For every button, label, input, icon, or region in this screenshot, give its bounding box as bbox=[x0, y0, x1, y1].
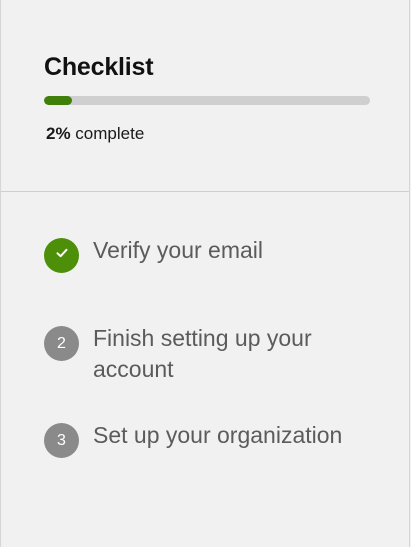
step-finish-account[interactable]: 2 Finish setting up your account bbox=[44, 325, 363, 385]
progress-suffix: complete bbox=[70, 124, 145, 143]
step-number: 2 bbox=[57, 334, 66, 352]
checklist-title: Checklist bbox=[44, 53, 154, 81]
progress-bar-fill bbox=[44, 96, 73, 105]
step-label: Finish setting up your account bbox=[93, 325, 312, 382]
step-number-badge: 3 bbox=[44, 423, 79, 458]
step-complete-badge bbox=[44, 238, 79, 273]
step-number-badge: 2 bbox=[44, 326, 79, 361]
step-setup-organization[interactable]: 3 Set up your organization bbox=[44, 422, 363, 458]
step-label: Verify your email bbox=[93, 237, 264, 263]
progress-bar bbox=[44, 96, 370, 105]
step-verify-email[interactable]: Verify your email bbox=[44, 237, 363, 273]
step-number: 3 bbox=[57, 431, 66, 449]
checkmark-icon bbox=[54, 245, 70, 266]
progress-percent: 2% bbox=[46, 124, 71, 143]
step-label: Set up your organization bbox=[93, 422, 343, 448]
checklist-header: Checklist 2% complete bbox=[1, 0, 409, 192]
progress-text: 2% complete bbox=[46, 124, 144, 144]
checklist-panel: Checklist 2% complete Verify your email … bbox=[0, 0, 410, 547]
